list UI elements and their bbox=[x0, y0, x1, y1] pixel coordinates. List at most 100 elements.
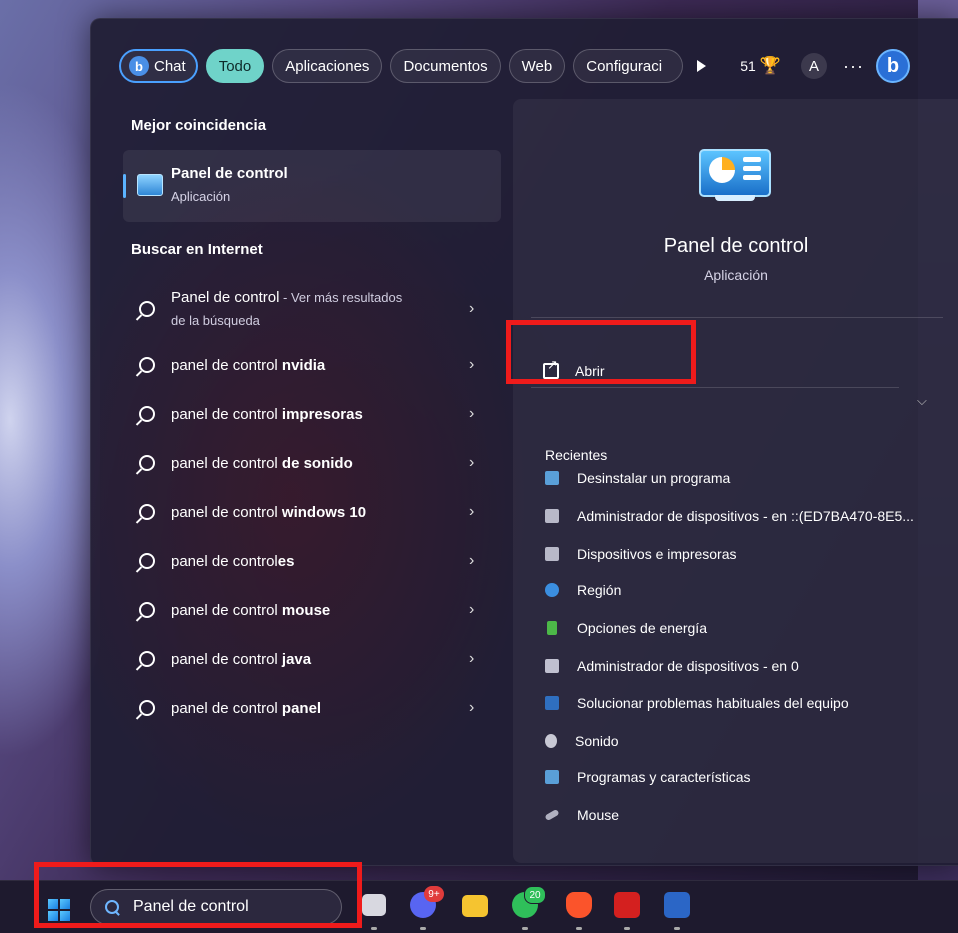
suggestion-plain: panel de control bbox=[171, 553, 278, 570]
search-icon bbox=[139, 651, 155, 667]
chevron-right-icon: › bbox=[469, 454, 475, 471]
whatsapp-icon[interactable]: 20 bbox=[512, 886, 546, 918]
battery-icon bbox=[547, 621, 557, 635]
filter-web[interactable]: Web bbox=[508, 49, 566, 83]
filter-todo[interactable]: Todo bbox=[205, 49, 265, 83]
word-icon[interactable] bbox=[664, 892, 690, 918]
mouse-icon bbox=[545, 808, 560, 822]
speaker-icon bbox=[545, 734, 557, 748]
recent-item[interactable]: Administrador de dispositivos - en ::(ED… bbox=[545, 501, 945, 531]
rewards-points[interactable]: 51 bbox=[740, 58, 756, 74]
web-result-item[interactable]: panel de control impresoras › bbox=[131, 396, 491, 436]
web-result-item[interactable]: panel de control windows 10 › bbox=[131, 494, 491, 534]
rewards-trophy-icon[interactable]: 🏆 bbox=[760, 56, 781, 76]
suggestion-bold: de sonido bbox=[281, 455, 353, 472]
discord-icon[interactable]: 9+ bbox=[410, 886, 444, 918]
suggestion-bold: mouse bbox=[281, 602, 331, 619]
recent-item-label: Administrador de dispositivos - en 0 bbox=[577, 658, 799, 674]
web-result-more: - Ver más resultados bbox=[279, 290, 403, 305]
selection-accent bbox=[123, 174, 126, 198]
recent-item-label: Opciones de energía bbox=[577, 620, 707, 636]
best-match-item[interactable]: Panel de control Aplicación bbox=[123, 150, 501, 222]
suggestion-bold: windows 10 bbox=[281, 504, 367, 521]
recent-item[interactable]: Sonido bbox=[545, 726, 945, 756]
recent-item[interactable]: Dispositivos e impresoras bbox=[545, 539, 945, 569]
best-match-type: Aplicación bbox=[171, 189, 231, 204]
web-result-item[interactable]: panel de control mouse › bbox=[131, 592, 491, 632]
more-options-icon[interactable]: ··· bbox=[843, 56, 864, 77]
suggestion-bold: java bbox=[281, 651, 312, 668]
acrobat-icon[interactable] bbox=[614, 892, 640, 918]
search-icon bbox=[139, 553, 155, 569]
recent-item[interactable]: Región bbox=[545, 575, 945, 605]
best-match-name: Panel de control bbox=[171, 165, 288, 182]
control-panel-icon bbox=[137, 174, 163, 196]
chevron-right-icon: › bbox=[469, 300, 475, 317]
web-search-heading: Buscar en Internet bbox=[131, 241, 263, 258]
brave-browser-icon[interactable] bbox=[566, 892, 592, 918]
suggestion-plain: panel de control bbox=[171, 504, 282, 521]
divider bbox=[531, 317, 943, 318]
highlight-open bbox=[506, 320, 696, 384]
file-explorer-icon[interactable] bbox=[462, 895, 488, 917]
web-result-item[interactable]: Panel de control - Ver más resultados de… bbox=[131, 289, 491, 331]
recent-item-label: Solucionar problemas habituales del equi… bbox=[577, 695, 849, 711]
bing-icon[interactable]: b bbox=[875, 49, 910, 83]
suggestion-plain: panel de control bbox=[171, 651, 282, 668]
filter-configuracion[interactable]: Configuraci bbox=[573, 49, 684, 83]
recent-item[interactable]: Opciones de energía bbox=[545, 613, 945, 643]
whatsapp-badge: 20 bbox=[524, 886, 546, 904]
search-icon bbox=[139, 357, 155, 373]
suggestion-plain: panel de control bbox=[171, 700, 282, 717]
chevron-down-icon[interactable]: ⌵ bbox=[917, 393, 927, 409]
chevron-right-icon: › bbox=[469, 650, 475, 667]
chevron-right-icon: › bbox=[469, 601, 475, 618]
recent-item-label: Sonido bbox=[575, 733, 619, 749]
troubleshoot-icon bbox=[545, 696, 559, 710]
recent-item-label: Mouse bbox=[577, 807, 620, 823]
recent-item[interactable]: Desinstalar un programa bbox=[545, 463, 945, 493]
web-result-item[interactable]: panel de control java › bbox=[131, 641, 491, 681]
search-icon bbox=[139, 406, 155, 422]
discord-badge: 9+ bbox=[424, 886, 444, 902]
filter-documentos[interactable]: Documentos bbox=[390, 49, 501, 83]
search-panel: b Chat Todo Aplicaciones Documentos Web … bbox=[90, 18, 958, 866]
chevron-right-icon: › bbox=[469, 552, 475, 569]
account-avatar[interactable]: A bbox=[800, 53, 827, 79]
search-icon bbox=[139, 700, 155, 716]
suggestion-plain: panel de control bbox=[171, 357, 282, 374]
best-match-heading: Mejor coincidencia bbox=[131, 117, 267, 134]
recent-item[interactable]: Solucionar problemas habituales del equi… bbox=[545, 688, 945, 718]
suggestion-plain: panel de control bbox=[171, 602, 282, 619]
web-result-item[interactable]: panel de controles › bbox=[131, 543, 491, 583]
suggestion-bold: nvidia bbox=[281, 357, 326, 374]
recent-item[interactable]: Administrador de dispositivos - en 0 bbox=[545, 651, 945, 681]
filter-aplicaciones[interactable]: Aplicaciones bbox=[272, 49, 383, 83]
recent-item[interactable]: Mouse bbox=[545, 800, 945, 830]
device-manager-icon bbox=[545, 509, 559, 523]
wallpaper-left bbox=[0, 0, 100, 880]
preview-subtitle: Aplicación bbox=[704, 267, 768, 283]
search-icon bbox=[139, 504, 155, 520]
suggestion-plain: panel de control bbox=[171, 455, 282, 472]
web-result-item[interactable]: panel de control nvidia › bbox=[131, 347, 491, 387]
web-result-item[interactable]: panel de control panel › bbox=[131, 690, 491, 730]
task-view-icon[interactable] bbox=[362, 894, 386, 916]
suggestion-bold: impresoras bbox=[281, 406, 363, 423]
search-icon bbox=[139, 301, 155, 317]
recent-item-label: Desinstalar un programa bbox=[577, 470, 731, 486]
chevron-right-icon: › bbox=[469, 356, 475, 373]
divider bbox=[531, 387, 899, 388]
recent-item-label: Administrador de dispositivos - en ::(ED… bbox=[577, 508, 914, 524]
recent-item[interactable]: Programas y características bbox=[545, 762, 945, 792]
chevron-right-icon: › bbox=[469, 405, 475, 422]
recent-item-label: Dispositivos e impresoras bbox=[577, 546, 737, 562]
web-result-item[interactable]: panel de control de sonido › bbox=[131, 445, 491, 485]
web-result-query: Panel de control bbox=[171, 289, 280, 306]
recent-heading: Recientes bbox=[545, 447, 608, 463]
play-more-filters-icon[interactable] bbox=[697, 60, 707, 72]
filter-chat[interactable]: b Chat bbox=[119, 49, 198, 83]
devices-printers-icon bbox=[545, 547, 559, 561]
suggestion-bold: es bbox=[277, 553, 295, 570]
recent-item-label: Región bbox=[577, 582, 622, 598]
